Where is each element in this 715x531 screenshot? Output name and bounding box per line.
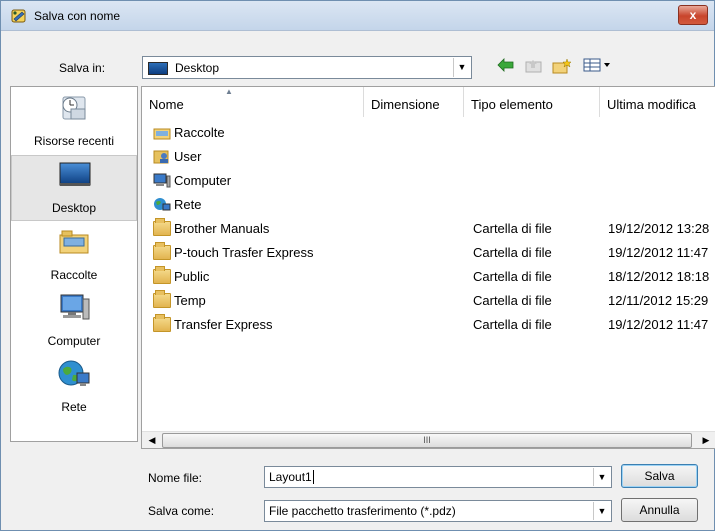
file-list[interactable]: ▲ Nome Dimensione Tipo elemento Ultima m… [141, 86, 715, 449]
sort-ascending-icon: ▲ [225, 87, 233, 96]
list-item[interactable]: Raccolte [142, 121, 715, 145]
column-header-modified[interactable]: Ultima modifica [600, 87, 715, 117]
filename-label: Nome file: [148, 471, 203, 485]
save-in-dropdown[interactable]: Desktop ▼ [142, 56, 472, 79]
desktop-icon [148, 62, 168, 75]
save-button[interactable]: Salva [621, 464, 698, 488]
computer-icon [153, 173, 171, 188]
libraries-icon [59, 230, 89, 254]
close-button[interactable]: x [678, 5, 708, 25]
scrollbar-thumb[interactable]: III [162, 433, 692, 448]
place-desktop[interactable]: Desktop [11, 155, 137, 221]
scroll-left-icon[interactable]: ◀ [145, 434, 159, 447]
folder-icon [153, 314, 171, 332]
title-bar[interactable]: Salva con nome x [1, 1, 714, 31]
folder-icon [153, 290, 171, 308]
list-item[interactable]: User [142, 145, 715, 169]
place-label: Rete [61, 400, 87, 414]
list-item[interactable]: Brother Manuals Cartella di file 19/12/2… [142, 217, 715, 241]
window-title: Salva con nome [34, 9, 121, 23]
column-header-name[interactable]: ▲ Nome [142, 87, 364, 117]
savetype-label: Salva come: [148, 504, 215, 518]
place-label: Desktop [51, 201, 97, 215]
list-item[interactable]: Rete [142, 193, 715, 217]
folder-icon [153, 266, 171, 284]
save-in-value: Desktop [175, 61, 220, 75]
horizontal-scrollbar[interactable]: ◀ III ▶ [142, 431, 715, 448]
save-as-dialog: Salva con nome x Salva in: Desktop ▼ Ris… [0, 0, 715, 531]
place-label: Raccolte [50, 268, 98, 282]
list-item[interactable]: P-touch Trasfer Express Cartella di file… [142, 241, 715, 265]
recent-places-icon [62, 96, 86, 120]
folder-icon [153, 242, 171, 260]
app-icon [11, 9, 26, 23]
place-label: Risorse recenti [33, 134, 115, 148]
savetype-dropdown[interactable]: File pacchetto trasferimento (*.pdz) ▼ [264, 500, 612, 522]
column-header-size[interactable]: Dimensione [364, 87, 464, 117]
new-folder-icon[interactable] [551, 58, 573, 78]
filename-field[interactable]: Layout1 ▼ [264, 466, 612, 488]
column-header-type[interactable]: Tipo elemento [464, 87, 600, 117]
network-icon [58, 360, 90, 386]
user-icon [153, 150, 169, 164]
place-libraries[interactable]: Raccolte [11, 223, 137, 289]
chevron-down-icon[interactable]: ▼ [453, 58, 470, 77]
scroll-right-icon[interactable]: ▶ [699, 434, 713, 447]
cancel-button[interactable]: Annulla [621, 498, 698, 522]
view-menu-icon[interactable] [581, 58, 615, 78]
places-bar: Risorse recenti Desktop Raccolte Compute… [10, 86, 138, 442]
chevron-down-icon[interactable]: ▼ [593, 502, 610, 520]
up-folder-icon[interactable] [523, 58, 545, 78]
place-label: Computer [47, 334, 101, 348]
network-icon [154, 198, 171, 211]
folder-icon [153, 218, 171, 236]
list-item[interactable]: Public Cartella di file 18/12/2012 18:18 [142, 265, 715, 289]
libraries-icon [153, 128, 171, 140]
back-arrow-icon[interactable] [495, 58, 517, 78]
list-item[interactable]: Transfer Express Cartella di file 19/12/… [142, 313, 715, 337]
list-item[interactable]: Computer [142, 169, 715, 193]
place-network[interactable]: Rete [11, 355, 137, 421]
place-computer[interactable]: Computer [11, 289, 137, 355]
desktop-icon [59, 162, 91, 186]
save-in-label: Salva in: [59, 61, 106, 75]
chevron-down-icon[interactable]: ▼ [593, 468, 610, 486]
place-recent[interactable]: Risorse recenti [11, 89, 137, 155]
list-item[interactable]: Temp Cartella di file 12/11/2012 15:29 [142, 289, 715, 313]
computer-icon [60, 294, 90, 320]
